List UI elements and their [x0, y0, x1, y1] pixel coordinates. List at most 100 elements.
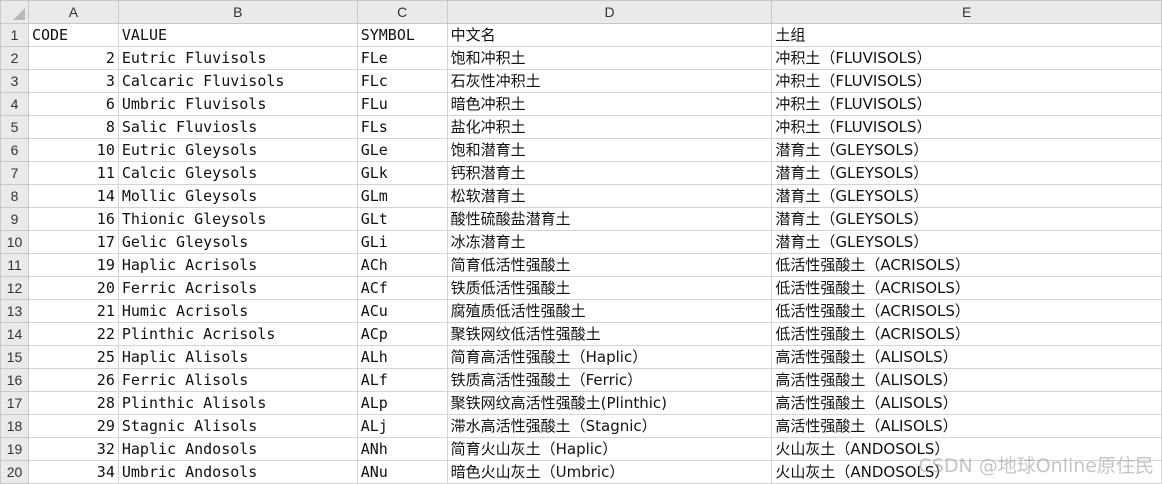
cell-d[interactable]: 聚铁网纹高活性强酸土(Plinthic) — [446, 391, 773, 415]
cell-d[interactable]: 饱和冲积土 — [446, 46, 773, 70]
cell-c[interactable]: FLu — [356, 92, 448, 116]
cell-b[interactable]: Humic Acrisols — [117, 299, 358, 323]
cell-e[interactable]: 潜育土（GLEYSOLS） — [771, 184, 1162, 208]
cell-c[interactable]: FLs — [356, 115, 448, 139]
row-header[interactable]: 14 — [0, 322, 29, 346]
cell-b[interactable]: Haplic Alisols — [117, 345, 358, 369]
cell-c[interactable]: FLe — [356, 46, 448, 70]
cell-e[interactable]: 低活性强酸土（ACRISOLS） — [771, 276, 1162, 300]
cell-e[interactable]: 高活性强酸土（ALISOLS） — [771, 368, 1162, 392]
cell-e[interactable]: 冲积土（FLUVISOLS） — [771, 92, 1162, 116]
cell-d[interactable]: 中文名 — [446, 23, 773, 47]
column-header-e[interactable]: E — [771, 0, 1162, 24]
row-header[interactable]: 12 — [0, 276, 29, 300]
cell-a[interactable]: 8 — [27, 115, 119, 139]
cell-b[interactable]: Mollic Gleysols — [117, 184, 358, 208]
cell-e[interactable]: 高活性强酸土（ALISOLS） — [771, 414, 1162, 438]
row-header[interactable]: 3 — [0, 69, 29, 93]
cell-d[interactable]: 饱和潜育土 — [446, 138, 773, 162]
cell-a[interactable]: 14 — [27, 184, 119, 208]
cell-e[interactable]: 低活性强酸土（ACRISOLS） — [771, 253, 1162, 277]
cell-c[interactable]: ANh — [356, 437, 448, 461]
column-header-d[interactable]: D — [446, 0, 773, 24]
cell-e[interactable]: 冲积土（FLUVISOLS） — [771, 69, 1162, 93]
cell-b[interactable]: Plinthic Acrisols — [117, 322, 358, 346]
cell-e[interactable]: 潜育土（GLEYSOLS） — [771, 161, 1162, 185]
row-header[interactable]: 13 — [0, 299, 29, 323]
row-header[interactable]: 20 — [0, 460, 29, 484]
cell-d[interactable]: 简育低活性强酸土 — [446, 253, 773, 277]
cell-d[interactable]: 盐化冲积土 — [446, 115, 773, 139]
cell-c[interactable]: ALp — [356, 391, 448, 415]
cell-d[interactable]: 酸性硫酸盐潜育土 — [446, 207, 773, 231]
cell-c[interactable]: ACh — [356, 253, 448, 277]
cell-c[interactable]: ACu — [356, 299, 448, 323]
cell-a[interactable]: 19 — [27, 253, 119, 277]
row-header[interactable]: 4 — [0, 92, 29, 116]
cell-b[interactable]: Calcic Gleysols — [117, 161, 358, 185]
cell-d[interactable]: 铁质高活性强酸土（Ferric） — [446, 368, 773, 392]
cell-b[interactable]: VALUE — [117, 23, 358, 47]
row-header[interactable]: 6 — [0, 138, 29, 162]
cell-d[interactable]: 铁质低活性强酸土 — [446, 276, 773, 300]
cell-c[interactable]: GLt — [356, 207, 448, 231]
cell-b[interactable]: Haplic Acrisols — [117, 253, 358, 277]
cell-e[interactable]: 低活性强酸土（ACRISOLS） — [771, 299, 1162, 323]
cell-a[interactable]: 11 — [27, 161, 119, 185]
row-header[interactable]: 9 — [0, 207, 29, 231]
cell-b[interactable]: Ferric Acrisols — [117, 276, 358, 300]
cell-a[interactable]: 10 — [27, 138, 119, 162]
row-header[interactable]: 1 — [0, 23, 29, 47]
cell-d[interactable]: 暗色火山灰土（Umbric） — [446, 460, 773, 484]
cell-d[interactable]: 松软潜育土 — [446, 184, 773, 208]
cell-e[interactable]: 潜育土（GLEYSOLS） — [771, 207, 1162, 231]
cell-a[interactable]: 22 — [27, 322, 119, 346]
row-header[interactable]: 19 — [0, 437, 29, 461]
cell-e[interactable]: 潜育土（GLEYSOLS） — [771, 138, 1162, 162]
row-header[interactable]: 17 — [0, 391, 29, 415]
cell-a[interactable]: 6 — [27, 92, 119, 116]
cell-a[interactable]: 25 — [27, 345, 119, 369]
cell-b[interactable]: Stagnic Alisols — [117, 414, 358, 438]
cell-e[interactable]: 潜育土（GLEYSOLS） — [771, 230, 1162, 254]
cell-b[interactable]: Umbric Fluvisols — [117, 92, 358, 116]
cell-d[interactable]: 聚铁网纹低活性强酸土 — [446, 322, 773, 346]
cell-a[interactable]: 28 — [27, 391, 119, 415]
cell-e[interactable]: 土组 — [771, 23, 1162, 47]
cell-d[interactable]: 暗色冲积土 — [446, 92, 773, 116]
cell-b[interactable]: Eutric Fluvisols — [117, 46, 358, 70]
row-header[interactable]: 5 — [0, 115, 29, 139]
cell-c[interactable]: ALh — [356, 345, 448, 369]
cell-d[interactable]: 简育高活性强酸土（Haplic） — [446, 345, 773, 369]
row-header[interactable]: 16 — [0, 368, 29, 392]
cell-a[interactable]: 32 — [27, 437, 119, 461]
cell-b[interactable]: Haplic Andosols — [117, 437, 358, 461]
cell-d[interactable]: 腐殖质低活性强酸土 — [446, 299, 773, 323]
cell-d[interactable]: 钙积潜育土 — [446, 161, 773, 185]
row-header[interactable]: 10 — [0, 230, 29, 254]
cell-e[interactable]: 高活性强酸土（ALISOLS） — [771, 345, 1162, 369]
cell-d[interactable]: 滞水高活性强酸土（Stagnic） — [446, 414, 773, 438]
cell-a[interactable]: 29 — [27, 414, 119, 438]
column-header-a[interactable]: A — [27, 0, 119, 24]
row-header[interactable]: 15 — [0, 345, 29, 369]
cell-c[interactable]: GLm — [356, 184, 448, 208]
cell-b[interactable]: Eutric Gleysols — [117, 138, 358, 162]
cell-e[interactable]: 火山灰土（ANDOSOLS） — [771, 460, 1162, 484]
row-header[interactable]: 8 — [0, 184, 29, 208]
cell-a[interactable]: 16 — [27, 207, 119, 231]
cell-b[interactable]: Calcaric Fluvisols — [117, 69, 358, 93]
cell-c[interactable]: ANu — [356, 460, 448, 484]
row-header[interactable]: 11 — [0, 253, 29, 277]
row-header[interactable]: 2 — [0, 46, 29, 70]
cell-a[interactable]: CODE — [27, 23, 119, 47]
cell-e[interactable]: 冲积土（FLUVISOLS） — [771, 46, 1162, 70]
row-header[interactable]: 7 — [0, 161, 29, 185]
cell-b[interactable]: Thionic Gleysols — [117, 207, 358, 231]
cell-d[interactable]: 冰冻潜育土 — [446, 230, 773, 254]
cell-d[interactable]: 简育火山灰土（Haplic） — [446, 437, 773, 461]
cell-a[interactable]: 2 — [27, 46, 119, 70]
row-header[interactable]: 18 — [0, 414, 29, 438]
cell-a[interactable]: 3 — [27, 69, 119, 93]
cell-c[interactable]: GLi — [356, 230, 448, 254]
